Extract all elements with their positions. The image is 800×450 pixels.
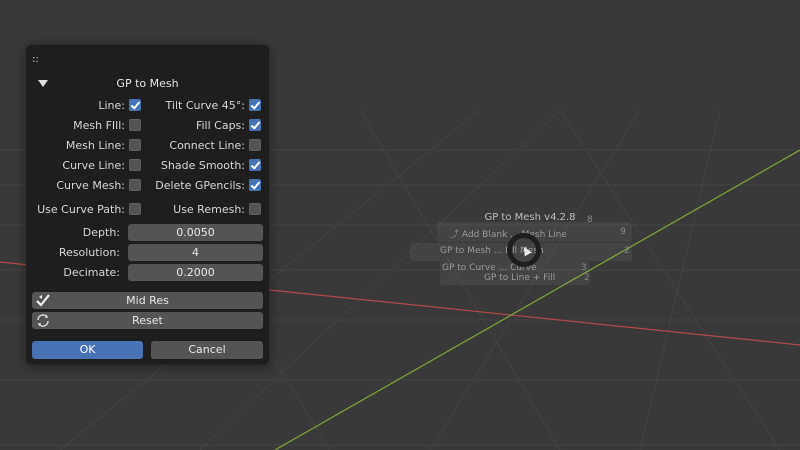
- option-label: Curve Line:: [62, 159, 125, 172]
- field-decimate-row: Decimate:: [26, 264, 120, 280]
- option-label: Shade Smooth:: [160, 159, 245, 172]
- use-remesh-checkbox[interactable]: [249, 203, 261, 215]
- line-checkbox[interactable]: [129, 99, 141, 111]
- option-curve-line: Curve Line:: [26, 158, 125, 174]
- pie-item-key: 3: [581, 263, 587, 273]
- mesh-fill-checkbox[interactable]: [129, 119, 141, 131]
- pie-item[interactable]: ⤴ Add Blank ... Mesh Line: [450, 227, 567, 240]
- field-depth-row: Depth:: [26, 224, 120, 240]
- decimate-field[interactable]: 0.2000: [128, 264, 263, 281]
- option-tilt-curve: Tilt Curve 45°:: [146, 98, 245, 114]
- option-label: Line:: [98, 99, 125, 112]
- option-mesh-line: Mesh Line:: [26, 138, 125, 154]
- option-fill-caps: Fill Caps:: [146, 118, 245, 134]
- option-curve-mesh: Curve Mesh:: [26, 178, 125, 194]
- reset-label: Reset: [132, 314, 163, 327]
- curve-line-checkbox[interactable]: [129, 159, 141, 171]
- panel-header[interactable]: GP to Mesh: [26, 75, 269, 91]
- dialog-title: GP to Mesh: [116, 77, 179, 90]
- option-connect-line: Connect Line:: [146, 138, 245, 154]
- reset-button[interactable]: Reset: [32, 312, 263, 329]
- option-delete-gpencils: Delete GPencils:: [146, 178, 245, 194]
- pie-item-key: 9: [620, 227, 626, 237]
- option-label: Mesh Line:: [65, 139, 125, 152]
- mid-res-preset-button[interactable]: Mid Res: [32, 292, 263, 309]
- fill-caps-checkbox[interactable]: [249, 119, 261, 131]
- option-label: Curve Mesh:: [56, 179, 125, 192]
- depth-field[interactable]: 0.0050: [128, 224, 263, 241]
- y-axis-line: [274, 149, 800, 450]
- option-shade-smooth: Shade Smooth:: [146, 158, 245, 174]
- decimate-label: Decimate:: [63, 266, 120, 279]
- ok-button[interactable]: OK: [32, 341, 143, 359]
- delete-gpencils-checkbox[interactable]: [249, 179, 261, 191]
- option-label: Use Curve Path:: [37, 203, 125, 216]
- pie-item[interactable]: GP to Line + Fill: [484, 273, 555, 283]
- option-label: Mesh FIll:: [73, 119, 125, 132]
- option-label: Fill Caps:: [195, 119, 245, 132]
- drag-handle-icon[interactable]: ::: [32, 54, 39, 65]
- option-label: Delete GPencils:: [155, 179, 245, 192]
- option-label: Connect Line:: [169, 139, 245, 152]
- resolution-label: Resolution:: [58, 246, 120, 259]
- use-curve-path-checkbox[interactable]: [129, 203, 141, 215]
- connect-line-checkbox[interactable]: [249, 139, 261, 151]
- mid-res-label: Mid Res: [126, 294, 169, 307]
- mesh-line-checkbox[interactable]: [129, 139, 141, 151]
- pie-item-icon: ⤴: [450, 230, 460, 240]
- option-mesh-fill: Mesh FIll:: [26, 118, 125, 134]
- option-label: Use Remesh:: [173, 203, 245, 216]
- shade-smooth-checkbox[interactable]: [249, 159, 261, 171]
- pie-menu-title: GP to Mesh v4.2.8: [484, 212, 576, 223]
- option-label: Tilt Curve 45°:: [165, 99, 245, 112]
- depth-label: Depth:: [82, 226, 120, 239]
- option-use-remesh: Use Remesh:: [146, 202, 245, 218]
- pie-item-key: 2: [624, 246, 630, 256]
- option-use-curve-path: Use Curve Path:: [26, 202, 125, 218]
- option-line: Line:: [26, 98, 125, 114]
- resolution-field[interactable]: 4: [128, 244, 263, 261]
- reset-refresh-icon: [37, 314, 49, 327]
- curve-mesh-checkbox[interactable]: [129, 179, 141, 191]
- pie-title-key: 8: [587, 215, 593, 225]
- cancel-button[interactable]: Cancel: [151, 341, 263, 359]
- field-resolution-row: Resolution:: [26, 244, 120, 260]
- pie-item-key: 2: [584, 273, 590, 283]
- gp-to-mesh-dialog: :: GP to Mesh Line: Mesh FIll: Mesh Line…: [26, 45, 269, 364]
- preset-checkmark-icon: [36, 294, 50, 307]
- tilt-curve-checkbox[interactable]: [249, 99, 261, 111]
